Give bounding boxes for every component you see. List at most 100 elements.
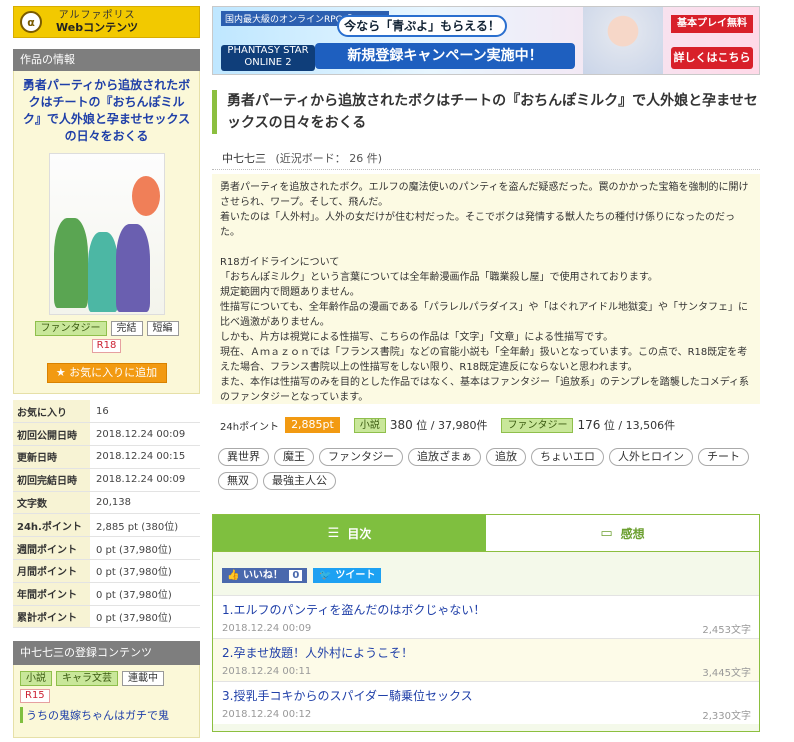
ranking-row: 24hポイント 2,885pt 小説 380 位 / 37,980件 ファンタジ… [212, 416, 760, 434]
keyword-tag[interactable]: 追放ざまぁ [408, 448, 481, 466]
sidebar-work-title[interactable]: 勇者パーティから追放されたボクはチートの『おちんぽミルク』で人外娘と孕ませセック… [20, 77, 193, 145]
points-label: 24hポイント [220, 421, 280, 433]
list-icon: ☰ [327, 525, 340, 541]
content-tabs: ☰ 目次 ▭ 感想 [212, 514, 760, 552]
work-title: 勇者パーティから追放されたボクはチートの『おちんぽミルク』で人外娘と孕ませセック… [212, 90, 760, 134]
stats-label: 年間ポイント [13, 582, 90, 606]
keyword-tag[interactable]: 人外ヒロイン [609, 448, 693, 466]
synopsis: 勇者パーティを追放されたボク。エルフの魔法使いのパンティを盗んだ疑惑だった。罠の… [212, 174, 760, 404]
stats-row: 月間ポイント 0 pt (37,980位) [13, 559, 200, 583]
stats-value: 0 pt (37,980位) [90, 582, 200, 606]
rating-tag: R15 [20, 689, 50, 704]
category-tag[interactable]: 小説 [20, 671, 52, 687]
tab-comments-label: 感想 [620, 526, 645, 541]
tab-toc[interactable]: ☰ 目次 [213, 515, 486, 551]
chapter-list: 1.エルフのパンティを盗んだのはボクじゃない！ 2018.12.24 00:09 2… [213, 595, 759, 724]
ranking-category-tag[interactable]: 小説 [353, 417, 386, 433]
tweet-button[interactable]: 🐦 ツイート [313, 568, 382, 583]
like-label: いいね！ [242, 570, 283, 581]
banner-campaign-text: 新規登録キャンペーン実施中！ [315, 43, 575, 69]
work-info-box: 勇者パーティから追放されたボクはチートの『おちんぽミルク』で人外娘と孕ませセック… [13, 71, 200, 394]
ranking-suffix: 位 / 37,980件 [416, 419, 488, 432]
stats-row: 更新日時 2018.12.24 00:15 [13, 445, 200, 469]
registered-contents-heading: 中七七三の登録コンテンツ [13, 641, 200, 666]
chapter-item[interactable]: 2.孕ませ放題！人外村にようこそ！ 2018.12.24 00:11 3,445文字 [213, 638, 759, 681]
genre-tag[interactable]: ファンタジー [34, 321, 107, 336]
registered-contents-box: 小説 キャラ文芸 連載中 R15 うちの鬼嫁ちゃんはガチで鬼 [13, 665, 200, 739]
status-tag: 完結 [110, 321, 143, 336]
stats-label: 24h.ポイント [13, 513, 90, 538]
keyword-tag[interactable]: 最強主人公 [263, 472, 336, 490]
twitter-icon: 🐦 [319, 570, 332, 581]
cover-figure [53, 218, 88, 308]
ranking-genre-tag[interactable]: ファンタジー [501, 417, 574, 433]
author-name-link[interactable]: 中七七三 [222, 152, 266, 165]
banner-free-text: 基本プレイ無料 [671, 15, 753, 33]
stats-row: 週間ポイント 0 pt (37,980位) [13, 536, 200, 561]
social-buttons: 👍 いいね！ 0 🐦 ツイート [213, 568, 759, 583]
registered-work-link[interactable]: うちの鬼嫁ちゃんはガチで鬼 [20, 707, 193, 724]
stats-value: 2018.12.24 00:09 [90, 422, 200, 447]
stats-value: 0 pt (37,980位) [90, 536, 200, 561]
stats-label: 累計ポイント [13, 605, 90, 629]
ranking-value: 380 [389, 418, 413, 432]
stats-row: 初回公開日時 2018.12.24 00:09 [13, 422, 200, 447]
comment-icon: ▭ [600, 525, 613, 541]
stats-label: 更新日時 [13, 445, 90, 469]
toc-panel: 👍 いいね！ 0 🐦 ツイート 1.エルフのパンティを盗んだのはボクじゃない！ 2… [212, 552, 760, 732]
keyword-tag[interactable]: 魔王 [274, 448, 314, 466]
cover-figure [87, 232, 118, 312]
facebook-like-button[interactable]: 👍 いいね！ 0 [222, 568, 308, 583]
keyword-tag[interactable]: チート [698, 448, 749, 466]
stats-row: 初回完結日時 2018.12.24 00:09 [13, 468, 200, 492]
chapter-item[interactable]: 3.授乳手コキからのスパイダー騎乗位セックス 2018.12.24 00:12 2,… [213, 681, 759, 724]
cover-image[interactable] [48, 153, 165, 315]
add-favorite-label: お気に入りに追加 [69, 366, 158, 379]
stats-row: 文字数 20,138 [13, 491, 200, 515]
chapter-title-link[interactable]: 3.授乳手コキからのスパイダー騎乗位セックス [222, 687, 751, 704]
tab-comments[interactable]: ▭ 感想 [486, 515, 759, 551]
tab-toc-label: 目次 [347, 526, 372, 541]
stats-value: 2018.12.24 00:09 [90, 468, 200, 492]
cover-figure [131, 176, 160, 216]
stats-value: 16 [90, 400, 200, 424]
chapter-title-link[interactable]: 2.孕ませ放題！人外村にようこそ！ [222, 644, 751, 661]
keyword-list: 異世界 魔王 ファンタジー 追放ざまぁ 追放 ちょいエロ 人外ヒロイン チート無双 最強主人公 [212, 448, 760, 490]
like-count: 0 [289, 570, 303, 581]
keyword-tag[interactable]: ファンタジー [319, 448, 403, 466]
keyword-tag[interactable]: 無双 [218, 472, 258, 490]
stats-row: 年間ポイント 0 pt (37,980位) [13, 582, 200, 606]
status-tag: 連載中 [122, 671, 164, 687]
star-icon: ★ [55, 366, 66, 379]
stats-label: 週間ポイント [13, 536, 90, 561]
chapter-title-link[interactable]: 1.エルフのパンティを盗んだのはボクじゃない！ [222, 601, 751, 618]
stats-label: 初回公開日時 [13, 422, 90, 447]
keyword-tag[interactable]: ちょいエロ [531, 448, 604, 466]
alphapolis-logo[interactable]: α アルファポリス Webコンテンツ [13, 6, 200, 38]
stats-label: 初回完結日時 [13, 468, 90, 492]
chapter-date: 2018.12.24 00:12 [222, 709, 312, 720]
chapter-date: 2018.12.24 00:09 [222, 623, 312, 634]
stats-value: 2018.12.24 00:15 [90, 445, 200, 469]
ad-banner[interactable]: 国内最大級のオンラインRPG「PSO2」 PHANTASY STAR ONLIN… [212, 6, 760, 75]
work-stats-table: お気に入り 16 初回公開日時 2018.12.24 00:09 更新日時 2018.12… [13, 400, 200, 629]
chapter-item[interactable]: 1.エルフのパンティを盗んだのはボクじゃない！ 2018.12.24 00:09 2… [213, 595, 759, 638]
banner-character-image [583, 7, 663, 74]
banner-detail-button[interactable]: 詳しくはこちら [671, 47, 753, 69]
stats-value: 20,138 [90, 491, 200, 515]
chapter-char-count: 2,453文字 [702, 625, 751, 636]
add-favorite-button[interactable]: ★ お気に入りに追加 [46, 363, 167, 383]
stats-label: 文字数 [13, 491, 90, 515]
keyword-tag[interactable]: 追放 [486, 448, 526, 466]
genre-tag[interactable]: キャラ文芸 [56, 671, 118, 687]
status-tag: 短編 [146, 321, 179, 336]
chapter-char-count: 2,330文字 [702, 711, 751, 722]
alphapolis-emblem-icon: α [20, 11, 42, 33]
stats-value: 2,885 pt (380位) [90, 513, 200, 538]
keyword-tag[interactable]: 異世界 [218, 448, 269, 466]
board-count-link[interactable]: (近況ボード： 26 件) [276, 152, 383, 165]
cover-figure [115, 224, 150, 312]
stats-value: 0 pt (37,980位) [90, 605, 200, 629]
stats-row: お気に入り 16 [13, 400, 200, 424]
ranking-suffix: 位 / 13,506件 [603, 419, 676, 432]
